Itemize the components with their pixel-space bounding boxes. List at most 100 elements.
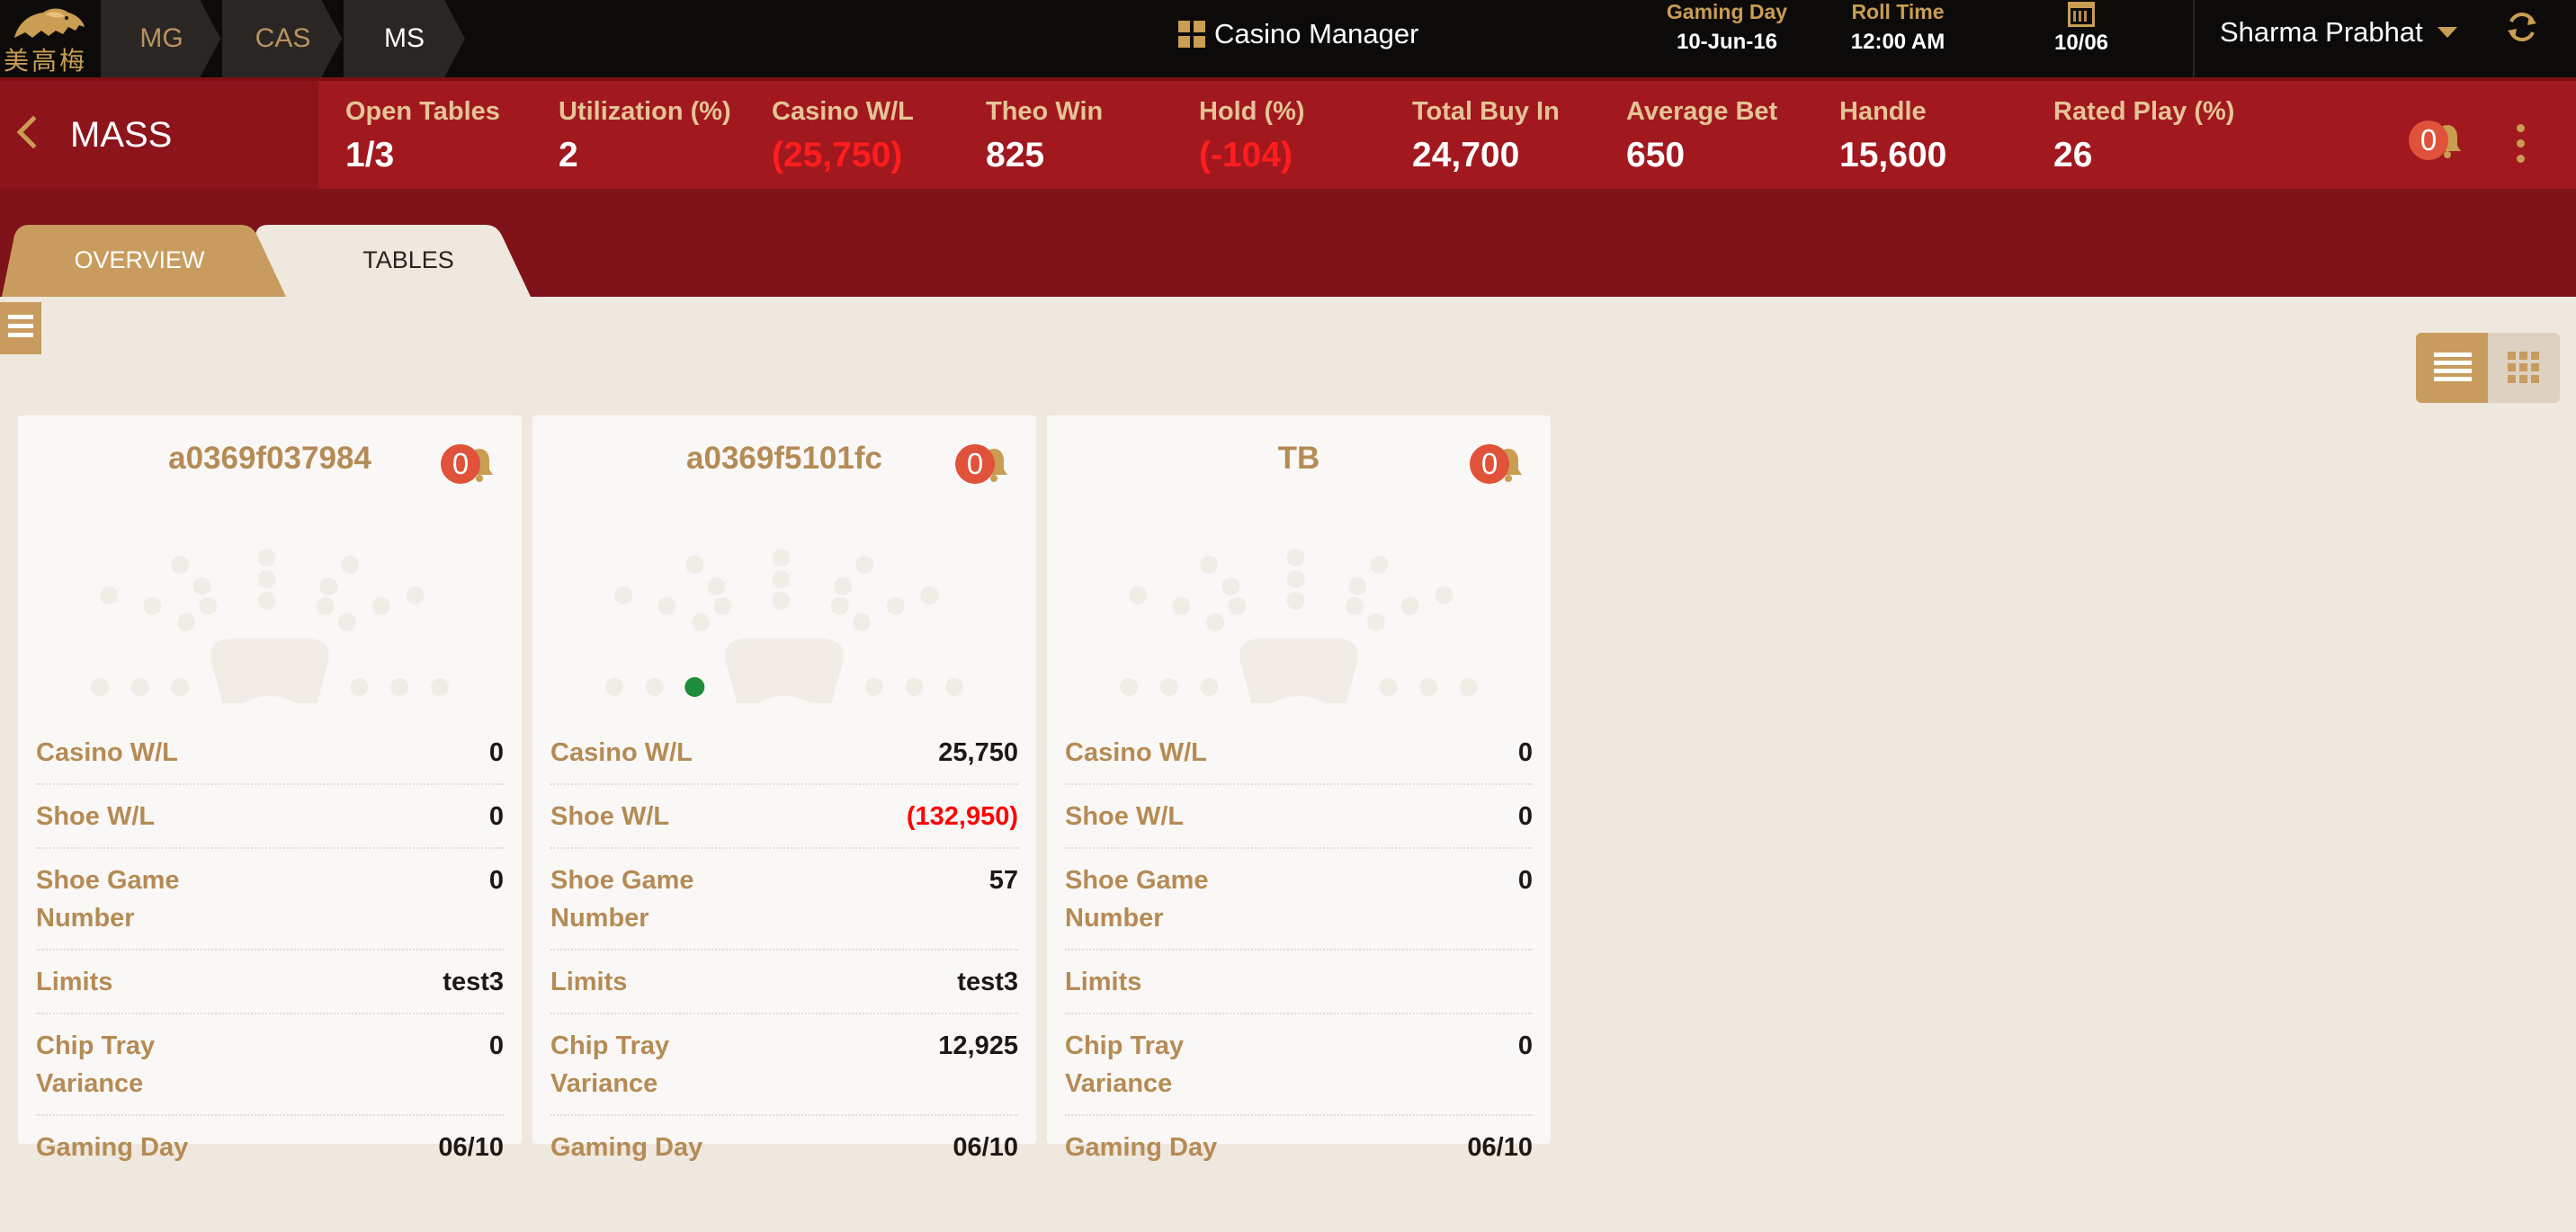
table-card[interactable]: a0369f037984 0 Casino W/L 0 Shoe W/L 0 Sho…: [18, 415, 522, 1162]
tab-label: OVERVIEW: [74, 246, 205, 273]
alerts-button[interactable]: 0: [2409, 121, 2472, 164]
stat-handle: Handle 15,600: [1839, 97, 1946, 175]
table-row: Shoe Game Number 0: [36, 849, 504, 951]
breadcrumb-item-ms[interactable]: MS: [344, 0, 465, 77]
stat-value: 15,600: [1839, 136, 1947, 174]
breadcrumb-label: MS: [384, 23, 425, 53]
tab-overview[interactable]: OVERVIEW: [2, 225, 299, 297]
seat: [1370, 556, 1389, 574]
game-table-shape: [1239, 638, 1358, 703]
seat: [1172, 597, 1191, 615]
stat-label: Theo Win: [986, 97, 1104, 126]
row-value: 06/10: [953, 1133, 1018, 1162]
seat: [371, 597, 390, 615]
seat: [1379, 678, 1398, 696]
row-value: 57: [988, 866, 1018, 895]
seat: [192, 577, 211, 595]
grid-view-icon: [2508, 352, 2539, 383]
stat-label: Casino W/L: [772, 97, 914, 126]
gaming-day-label: Gaming Day: [1666, 0, 1788, 23]
stat-value: 24,700: [1412, 136, 1520, 174]
apps-grid-icon: [1178, 21, 1205, 48]
seat: [945, 678, 964, 696]
table-alerts-button[interactable]: 0: [441, 444, 504, 487]
seat: [350, 678, 369, 696]
breadcrumb-label: MG: [139, 23, 183, 53]
breadcrumb-item-cas[interactable]: CAS: [222, 0, 344, 77]
stat-open-tables: Open Tables 1/3: [345, 97, 500, 175]
roll-time-label: Roll Time: [1851, 0, 1945, 23]
seat-map: [1119, 549, 1479, 703]
table-card[interactable]: TB 0 Casino W/L 0 Shoe W/L 0 Shoe Game Num…: [1047, 415, 1551, 1162]
seat: [341, 556, 360, 574]
table-alerts-button[interactable]: 0: [1470, 444, 1533, 487]
row-value: 0: [488, 738, 504, 767]
tab-strip: TABLES OVERVIEW: [0, 189, 2576, 297]
seat: [177, 613, 196, 631]
table-row: Casino W/L 0: [1065, 721, 1533, 785]
seat: [1221, 577, 1240, 595]
seat: [886, 597, 905, 615]
seat: [171, 556, 190, 574]
stat-label: Open Tables: [345, 97, 500, 126]
row-label: Shoe Game Number: [1065, 866, 1209, 933]
table-row: Limits test3: [550, 951, 1018, 1014]
table-stats: Casino W/L 25,750 Shoe W/L (132,950) Shoe …: [550, 721, 1018, 1178]
seat: [1206, 613, 1225, 631]
more-options-icon[interactable]: [2517, 124, 2531, 170]
seat: [257, 570, 276, 588]
tab-tables[interactable]: TABLES: [255, 225, 543, 297]
row-label: Casino W/L: [550, 738, 693, 767]
row-label: Shoe W/L: [550, 802, 670, 831]
breadcrumb-item-mg[interactable]: MG: [101, 0, 222, 77]
chevron-down-icon: [2437, 27, 2457, 38]
seat: [257, 549, 276, 567]
stat-value: (-104): [1199, 136, 1293, 174]
view-toggle: [2416, 333, 2560, 403]
seat: [1460, 678, 1479, 696]
user-menu[interactable]: Sharma Prabhat: [2220, 16, 2457, 49]
seat: [772, 570, 791, 588]
breadcrumb-label: CAS: [255, 23, 311, 53]
seat: [171, 678, 190, 696]
back-button[interactable]: MASS: [0, 81, 318, 189]
seat: [337, 613, 356, 631]
top-bar: 美高梅 MG CAS MS Casino Manager Gaming Day …: [0, 0, 2576, 77]
table-row: Gaming Day 06/10: [36, 1116, 504, 1178]
calendar-button[interactable]: 10/06: [2038, 0, 2124, 56]
row-label: Gaming Day: [1065, 1133, 1218, 1162]
app-title[interactable]: Casino Manager: [1178, 16, 1418, 52]
lion-logo-icon: [14, 8, 85, 38]
seat: [100, 586, 119, 604]
seat: [1200, 556, 1219, 574]
table-row: Shoe Game Number 0: [1065, 849, 1533, 951]
stat-label: Utilization (%): [559, 97, 731, 126]
table-row: Chip Tray Variance 0: [1065, 1014, 1533, 1116]
table-card[interactable]: a0369f5101fc 0 Casino W/L 25,750 Shoe W/L…: [532, 415, 1036, 1162]
seat: [1159, 678, 1178, 696]
stat-label: Rated Play (%): [2053, 97, 2235, 126]
seat: [143, 597, 162, 615]
chevron-left-icon: [16, 115, 50, 149]
seat: [390, 678, 409, 696]
list-view-button[interactable]: [2416, 333, 2488, 403]
seat: [406, 586, 425, 604]
row-label: Limits: [36, 968, 113, 996]
mgm-logo[interactable]: 美高梅: [0, 0, 101, 77]
hamburger-menu-icon[interactable]: [0, 302, 41, 354]
refresh-icon[interactable]: [2502, 7, 2542, 47]
alert-count-badge: 0: [2409, 121, 2448, 160]
seat: [1366, 613, 1385, 631]
row-value: 25,750: [938, 738, 1018, 767]
seat: [90, 678, 109, 696]
table-row: Limits test3: [36, 951, 504, 1014]
calendar-icon: [2068, 2, 2095, 27]
seat: [864, 678, 883, 696]
stat-label: Total Buy In: [1412, 97, 1560, 126]
grid-view-button[interactable]: [2488, 333, 2560, 403]
stat-theo-win: Theo Win 825: [986, 97, 1103, 175]
row-value: 0: [1517, 866, 1533, 895]
seat: [707, 577, 726, 595]
table-alerts-button[interactable]: 0: [955, 444, 1018, 487]
table-row: Shoe Game Number 57: [550, 849, 1018, 951]
